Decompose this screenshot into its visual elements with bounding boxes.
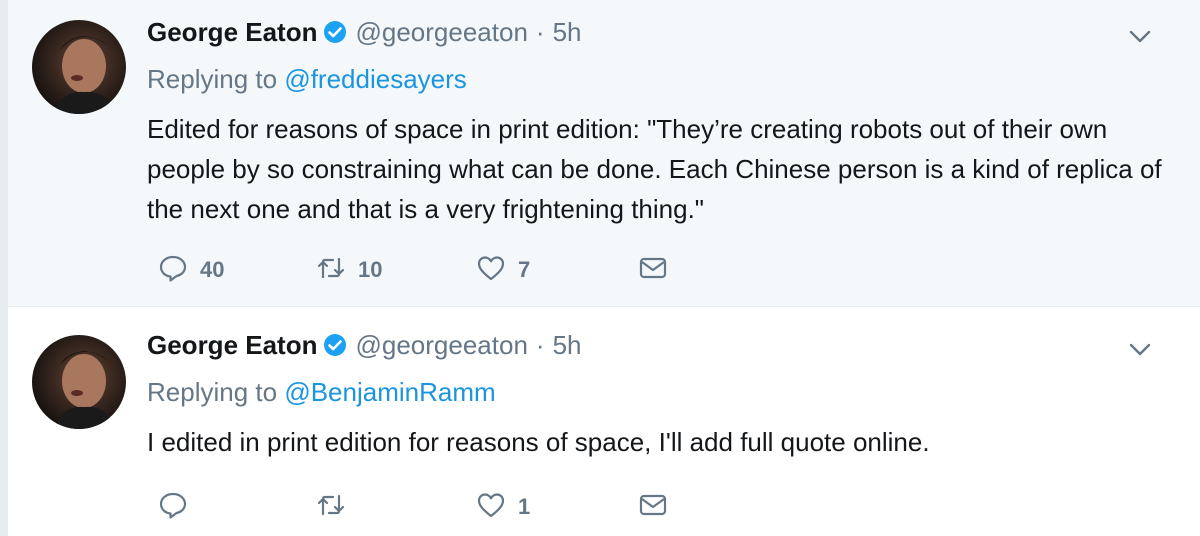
heart-icon [476,490,506,525]
tweet[interactable]: George Eaton @georgeeaton · 5h Replying … [8,307,1200,536]
like-count: 1 [518,494,531,519]
tweet-text: I edited in print edition for reasons of… [147,427,930,457]
tweet-text: Edited for reasons of space in print edi… [147,114,1162,224]
retweet-count: 10 [358,257,383,282]
heart-icon [476,253,506,288]
avatar[interactable] [32,335,126,429]
like-button[interactable]: 1 [476,487,530,527]
reply-icon [158,490,188,525]
replying-to-label: Replying to [147,377,278,407]
direct-message-button[interactable] [638,250,668,290]
reply-icon [158,253,188,288]
chevron-down-icon[interactable] [1126,22,1154,50]
replying-to-link[interactable]: @BenjaminRamm [284,377,495,407]
separator: · [535,16,545,47]
tweet-header: George Eaton @georgeeaton · 5h [147,329,582,361]
direct-message-button[interactable] [638,487,668,527]
replying-to-link[interactable]: @freddiesayers [284,64,466,94]
envelope-icon [638,253,668,288]
replying-to-line: Replying to @freddiesayers [147,64,467,95]
separator: · [535,329,545,360]
timestamp[interactable]: 5h [553,17,582,48]
reply-button[interactable] [158,487,200,527]
tweet-header: George Eaton @georgeeaton · 5h [147,16,582,48]
reply-button[interactable]: 40 [158,250,224,290]
retweet-icon [316,253,346,288]
replying-to-line: Replying to @BenjaminRamm [147,377,496,408]
like-button[interactable]: 7 [476,250,530,290]
chevron-down-icon[interactable] [1126,335,1154,363]
avatar[interactable] [32,20,126,114]
replying-to-label: Replying to [147,64,278,94]
handle[interactable]: @georgeeaton [355,330,527,361]
verified-badge-icon [323,333,347,357]
display-name[interactable]: George Eaton [147,17,317,48]
tweet[interactable]: George Eaton @georgeeaton · 5h Replying … [8,0,1200,306]
verified-badge-icon [323,20,347,44]
like-count: 7 [518,257,531,282]
retweet-icon [316,490,346,525]
reply-count: 40 [200,257,225,282]
envelope-icon [638,490,668,525]
tweet-actions: 40 10 7 [154,250,714,290]
display-name[interactable]: George Eaton [147,330,317,361]
retweet-button[interactable]: 10 [316,250,382,290]
retweet-button[interactable] [316,487,358,527]
tweet-actions: 1 [154,487,714,527]
handle[interactable]: @georgeeaton [355,17,527,48]
timestamp[interactable]: 5h [553,330,582,361]
